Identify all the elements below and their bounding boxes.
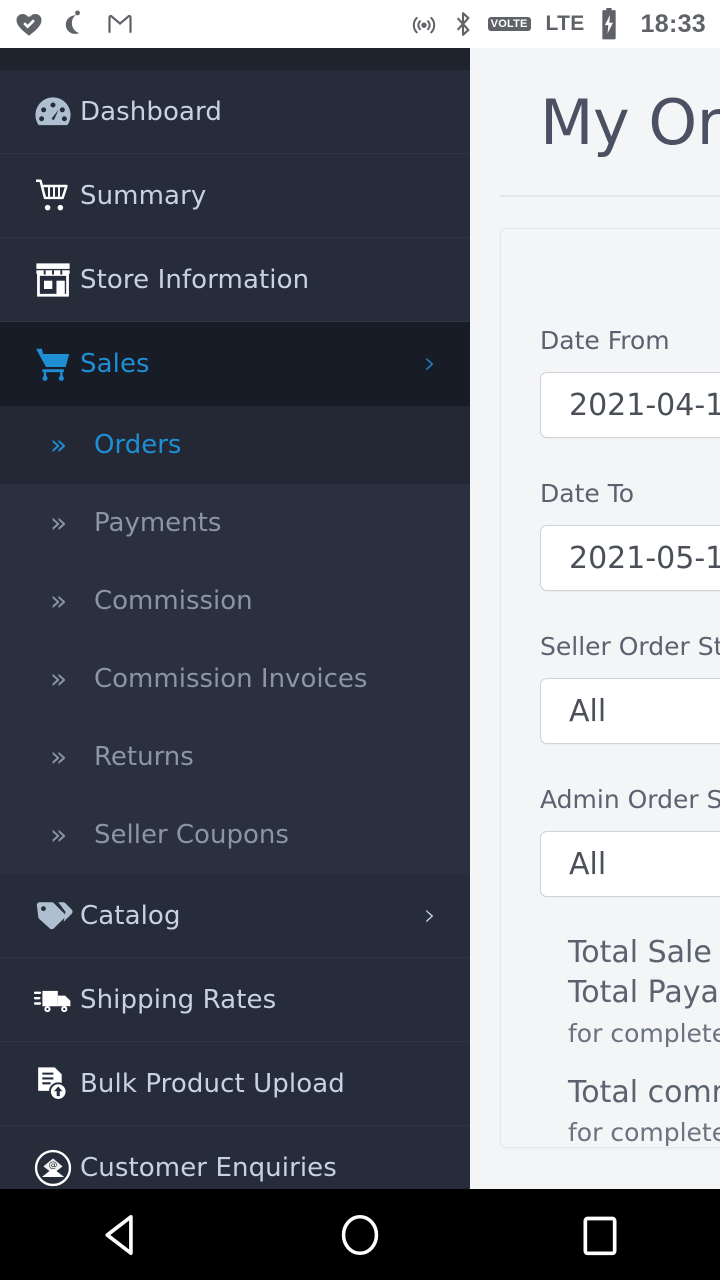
sidebar-item-shipping-rates[interactable]: Shipping Rates	[0, 958, 470, 1042]
sidebar-subitem-commission-invoices[interactable]: » Commission Invoices	[0, 640, 470, 718]
sidebar-item-store-information[interactable]: Store Information	[0, 238, 470, 322]
battery-charging-icon	[598, 8, 620, 40]
admin-order-status-select[interactable]: All	[540, 831, 720, 897]
chevron-right-icon: ›	[424, 901, 436, 931]
sidebar-top-strip	[0, 48, 470, 70]
network-label: LTE	[546, 12, 585, 36]
sidebar-item-summary[interactable]: Summary	[0, 154, 470, 238]
sidebar-item-label: Sales	[80, 349, 150, 379]
sidebar-item-label: Summary	[80, 181, 206, 211]
double-chevron-icon: »	[50, 743, 94, 771]
heart-check-icon	[14, 9, 44, 39]
date-to-input[interactable]: 2021-05-19	[540, 525, 720, 591]
sidebar-navigation: Dashboard Summary	[0, 48, 470, 1189]
seller-order-status-label: Seller Order Stat	[540, 632, 720, 661]
double-chevron-icon: »	[50, 587, 94, 615]
totals-summary: Total Sale $0 Total Payab for completed …	[568, 933, 720, 1150]
date-from-label: Date From	[540, 326, 670, 355]
sidebar-item-label: Bulk Product Upload	[80, 1069, 345, 1099]
sidebar-item-label: Catalog	[80, 901, 181, 931]
sidebar-item-customer-enquiries[interactable]: @ Customer Enquiries	[0, 1126, 470, 1189]
status-bar: VOLTE LTE 18:33	[0, 0, 720, 48]
sidebar-submenu-sales: » Orders » Payments » Commission » Commi…	[0, 406, 470, 874]
page-title: My Or	[540, 86, 720, 159]
svg-text:@: @	[49, 1160, 58, 1170]
hotspot-icon	[410, 10, 438, 38]
phone-screen: VOLTE LTE 18:33	[0, 0, 720, 1280]
status-bar-right-icons: VOLTE LTE 18:33	[410, 8, 706, 40]
sidebar-subitem-payments[interactable]: » Payments	[0, 484, 470, 562]
total-commission-line: Total comm	[568, 1073, 720, 1113]
recents-square-icon[interactable]	[540, 1189, 660, 1280]
android-navigation-bar	[0, 1189, 720, 1280]
commission-note: for completed	[568, 1116, 720, 1150]
clock: 18:33	[641, 10, 706, 39]
storefront-icon	[34, 262, 80, 298]
double-chevron-icon: »	[50, 431, 94, 459]
app-body: Dashboard Summary	[0, 48, 720, 1189]
total-payable-line: Total Payab	[568, 973, 720, 1013]
sidebar-item-catalog[interactable]: Catalog ›	[0, 874, 470, 958]
envelope-circle-icon: @	[34, 1149, 80, 1187]
date-from-input[interactable]: 2021-04-19	[540, 372, 720, 438]
back-triangle-icon[interactable]	[60, 1189, 180, 1280]
sidebar-item-label: Store Information	[80, 265, 309, 295]
total-sale-label: Total Sale	[568, 935, 720, 970]
main-content: My Or Date From 2021-04-19 Date To 2021-…	[470, 48, 720, 1189]
sidebar-item-dashboard[interactable]: Dashboard	[0, 70, 470, 154]
sidebar-item-sales[interactable]: Sales ›	[0, 322, 470, 406]
status-bar-left-icons	[14, 9, 134, 39]
delivery-truck-icon	[34, 985, 80, 1015]
home-circle-icon[interactable]	[300, 1189, 420, 1280]
gmail-icon	[106, 10, 134, 38]
seller-order-status-select[interactable]: All	[540, 678, 720, 744]
cart-filled-icon	[34, 346, 80, 382]
sidebar-subitem-label: Commission	[94, 586, 253, 616]
speedometer-icon	[34, 95, 80, 129]
crescent-moon-icon	[61, 9, 89, 39]
sidebar-subitem-returns[interactable]: » Returns	[0, 718, 470, 796]
double-chevron-icon: »	[50, 509, 94, 537]
double-chevron-icon: »	[50, 665, 94, 693]
sidebar-item-bulk-product-upload[interactable]: Bulk Product Upload	[0, 1042, 470, 1126]
sidebar-subitem-label: Payments	[94, 508, 221, 538]
sidebar-item-label: Shipping Rates	[80, 985, 276, 1015]
sidebar-subitem-seller-coupons[interactable]: » Seller Coupons	[0, 796, 470, 874]
volte-badge: VOLTE	[488, 17, 531, 31]
chevron-right-icon: ›	[424, 349, 436, 379]
admin-order-status-label: Admin Order Sta	[540, 785, 720, 814]
double-chevron-icon: »	[50, 821, 94, 849]
sidebar-subitem-orders[interactable]: » Orders	[0, 406, 470, 484]
bluetooth-icon	[451, 10, 475, 38]
cart-outline-icon	[34, 178, 80, 214]
price-tag-icon	[34, 900, 80, 932]
title-divider	[500, 195, 720, 197]
sidebar-subitem-label: Orders	[94, 430, 181, 460]
total-sale-line: Total Sale $0	[568, 933, 720, 973]
sidebar-subitem-commission[interactable]: » Commission	[0, 562, 470, 640]
sidebar-item-label: Dashboard	[80, 97, 222, 127]
sidebar-subitem-label: Commission Invoices	[94, 664, 367, 694]
sidebar-subitem-label: Returns	[94, 742, 194, 772]
file-upload-icon	[34, 1066, 80, 1102]
payable-note: for completed	[568, 1017, 720, 1051]
sidebar-subitem-label: Seller Coupons	[94, 820, 289, 850]
date-to-label: Date To	[540, 479, 634, 508]
sidebar-item-label: Customer Enquiries	[80, 1153, 337, 1183]
